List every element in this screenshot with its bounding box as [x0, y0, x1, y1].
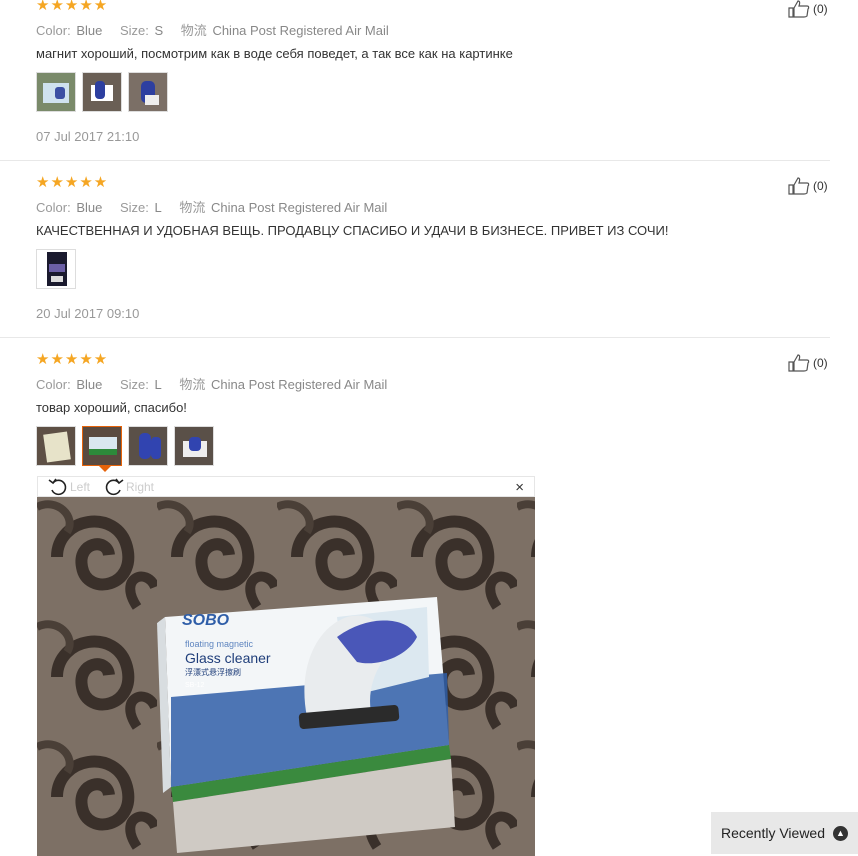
review-meta: Color: Blue Size: S 物流 China Post Regist…: [36, 23, 389, 38]
divider: [0, 337, 830, 338]
review-text: магнит хороший, посмотрим как в воде себ…: [36, 46, 513, 61]
close-viewer-button[interactable]: ×: [515, 479, 524, 496]
like-count: (0): [813, 2, 828, 16]
box-chinese: 浮漂式悬浮擦刷: [185, 667, 241, 677]
review-photos: [36, 72, 168, 112]
review-meta: Color: Blue Size: L 物流 China Post Regist…: [36, 200, 388, 215]
recently-viewed-button[interactable]: Recently Viewed ▲: [711, 812, 858, 854]
rating-stars: ★★★★★: [36, 0, 109, 14]
review-photo-thumb[interactable]: [174, 426, 214, 466]
recently-viewed-label: Recently Viewed: [720, 825, 826, 841]
rotate-left-button[interactable]: Left: [48, 478, 90, 496]
review-photo-thumb-selected[interactable]: [82, 426, 122, 466]
review-photo-thumb[interactable]: [82, 72, 122, 112]
like-button[interactable]: (0): [788, 177, 828, 195]
review-text: товар хороший, спасибо!: [36, 400, 187, 415]
thumbs-up-icon: [788, 177, 810, 195]
rating-stars: ★★★★★: [36, 351, 109, 368]
review-meta: Color: Blue Size: L 物流 China Post Regist…: [36, 377, 388, 392]
thumbs-up-icon: [788, 354, 810, 372]
review-date: 07 Jul 2017 21:10: [36, 129, 140, 144]
review-photo-thumb[interactable]: [36, 426, 76, 466]
rotate-left-icon: [48, 478, 67, 496]
review-photos: [36, 426, 214, 466]
thumbs-up-icon: [788, 0, 810, 18]
review-photo-thumb[interactable]: [128, 426, 168, 466]
review-photo-thumb[interactable]: [128, 72, 168, 112]
like-count: (0): [813, 179, 828, 193]
box-model: SB-12: [185, 682, 205, 689]
divider: [0, 160, 830, 161]
box-subtitle: floating magnetic: [185, 639, 254, 649]
rotate-right-icon: [105, 478, 124, 496]
review-photo-large: SOBO floating magnetic Glass cleaner 浮漂式…: [37, 497, 535, 856]
box-title: Glass cleaner: [185, 650, 271, 666]
box-brand: SOBO: [182, 612, 230, 629]
rating-stars: ★★★★★: [36, 174, 109, 191]
like-button[interactable]: (0): [788, 354, 828, 372]
selected-thumb-indicator: [99, 466, 111, 472]
review-photo-thumb[interactable]: [36, 249, 76, 289]
review-date: 20 Jul 2017 09:10: [36, 306, 140, 321]
rotate-right-button[interactable]: Right: [104, 478, 154, 496]
review-photo-thumb[interactable]: [36, 72, 76, 112]
review-photos: [36, 249, 76, 289]
photo-viewer-toolbar: Left Right ×: [37, 476, 535, 497]
chevron-up-icon: ▲: [833, 825, 849, 841]
like-count: (0): [813, 356, 828, 370]
review-text: КАЧЕСТВЕННАЯ И УДОБНАЯ ВЕЩЬ. ПРОДАВЦУ СП…: [36, 223, 669, 238]
like-button[interactable]: (0): [788, 0, 828, 18]
